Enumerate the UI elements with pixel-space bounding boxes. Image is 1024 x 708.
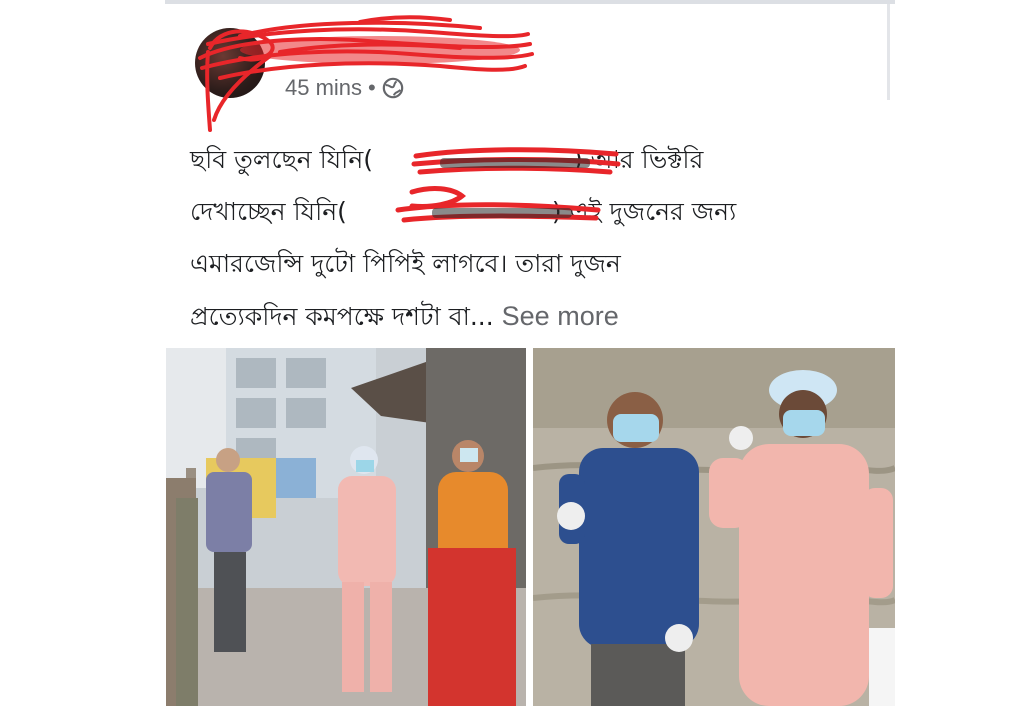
- card-top-border: [165, 0, 895, 4]
- wall-photo[interactable]: [533, 348, 895, 706]
- card-right-border: [887, 4, 890, 100]
- redaction-scribble: [198, 15, 534, 132]
- street-photo-image: [166, 348, 526, 706]
- post-body: ছবি তুলছেন যিনি( ) আর ভিক্টরি দেখাচ্ছেন য…: [190, 134, 880, 342]
- meta-separator: •: [368, 75, 376, 100]
- post-text-4: প্রত্যেকদিন কমপক্ষে দশটা বা...: [190, 302, 494, 331]
- see-more-link[interactable]: See more: [502, 301, 619, 331]
- post-line-1: ছবি তুলছেন যিনি( ) আর ভিক্টরি: [190, 134, 880, 186]
- wall-photo-image: [533, 348, 895, 706]
- post-meta: 45 mins •: [285, 74, 404, 102]
- post-text-2a: দেখাচ্ছেন যিনি(: [190, 197, 347, 226]
- post-line-4: প্রত্যেকদিন কমপক্ষে দশটা বা... See more: [190, 290, 880, 342]
- post-line-3: এমারজেন্সি দুটো পিপিই লাগবে। তারা দুজন: [190, 249, 621, 278]
- street-photo[interactable]: [166, 348, 526, 706]
- post-text-2b: ) এই দুজনের জন্য: [551, 197, 737, 226]
- post-text-1b: ) আর ভিক্টরি: [573, 145, 704, 174]
- post-text-1a: ছবি তুলছেন যিনি(: [190, 145, 373, 174]
- post-timestamp[interactable]: 45 mins: [285, 75, 362, 101]
- globe-icon[interactable]: [382, 77, 404, 99]
- post-line-2: দেখাচ্ছেন যিনি( ) এই দুজনের জন্য: [190, 186, 880, 238]
